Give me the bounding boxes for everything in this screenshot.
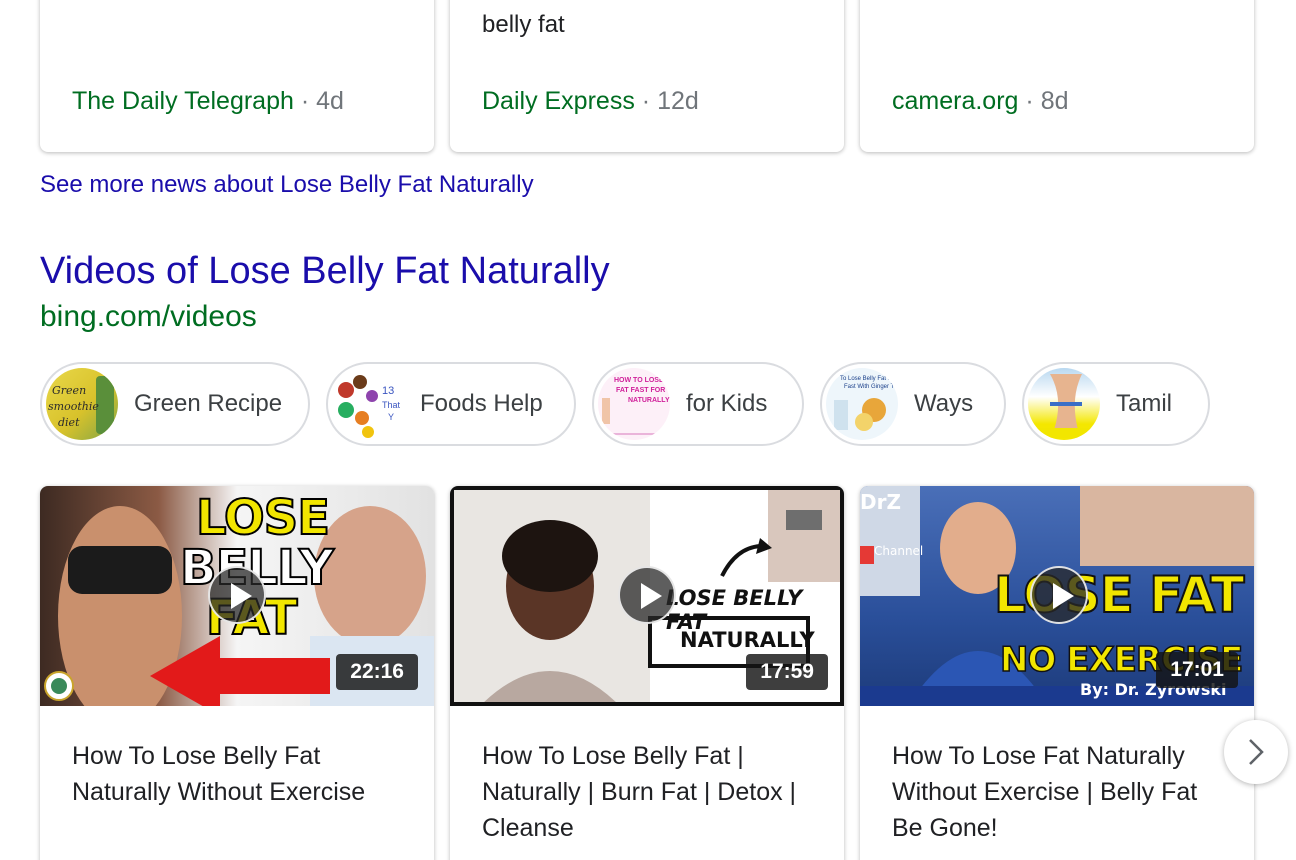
ginger-tea-image: To Lose Belly Fat Natur. Fast With Ginge… xyxy=(834,376,898,431)
svg-text:diet: diet xyxy=(58,416,80,429)
svg-text:smoothie: smoothie xyxy=(48,400,99,413)
chip-thumbnail: 13 That Y xyxy=(332,368,404,440)
thumbnail-text: DrZ xyxy=(860,490,901,514)
chip-ways[interactable]: To Lose Belly Fat Natur. Fast With Ginge… xyxy=(820,362,1006,446)
video-duration: 22:16 xyxy=(336,654,418,690)
chevron-right-icon xyxy=(1249,739,1264,765)
chip-label: Ways xyxy=(914,390,974,417)
green-smoothie-image: Green smoothie diet xyxy=(48,376,114,434)
video-thumbnail[interactable]: DrZ Channel LOSE FAT NO EXERCISE By: Dr.… xyxy=(860,486,1254,706)
meta-separator: · xyxy=(641,87,651,115)
svg-text:Green: Green xyxy=(52,384,86,397)
kids-fat-loss-image: HOW TO LOSE FAT FAST FOR NATURALLY xyxy=(602,377,670,435)
chip-thumbnail xyxy=(1028,368,1100,440)
svg-text:Fast With Ginger Tea: Fast With Ginger Tea xyxy=(844,384,898,390)
svg-text:That: That xyxy=(382,400,401,410)
svg-text:To Lose Belly Fat Natur.: To Lose Belly Fat Natur. xyxy=(840,376,898,382)
chip-thumbnail: Green smoothie diet xyxy=(46,368,118,440)
news-age: 8d xyxy=(1040,87,1069,115)
news-age: 4d xyxy=(316,87,344,115)
svg-text:13: 13 xyxy=(382,385,394,397)
news-card[interactable]: The Daily Telegraph · 4d xyxy=(40,0,434,152)
thumbnail-text: NATURALLY xyxy=(680,628,815,652)
news-card[interactable]: camera.org · 8d xyxy=(860,0,1254,152)
video-thumbnail[interactable]: LOSE BELLY FAT NATURALLY 17:59 xyxy=(450,486,844,706)
news-card[interactable]: belly fat Daily Express · 12d xyxy=(450,0,844,152)
news-card-meta: camera.org · 8d xyxy=(892,84,1069,118)
video-title[interactable]: How To Lose Fat Naturally Without Exerci… xyxy=(892,738,1232,846)
video-title[interactable]: How To Lose Belly Fat Naturally Without … xyxy=(72,738,412,810)
news-source[interactable]: Daily Express xyxy=(482,87,635,115)
video-duration: 17:59 xyxy=(746,654,828,690)
svg-text:HOW TO LOSE: HOW TO LOSE xyxy=(614,377,664,384)
chip-label: for Kids xyxy=(686,390,768,417)
videos-source-url[interactable]: bing.com/videos xyxy=(40,299,257,335)
news-source[interactable]: camera.org xyxy=(892,87,1018,115)
svg-text:NATURALLY: NATURALLY xyxy=(628,397,670,404)
play-icon[interactable] xyxy=(208,566,266,624)
svg-text:Y: Y xyxy=(388,412,394,422)
news-card-title[interactable]: belly fat xyxy=(482,8,812,42)
chip-foods-help[interactable]: 13 That Y Foods Help xyxy=(326,362,576,446)
meta-separator: · xyxy=(300,87,310,115)
foods-collage-image: 13 That Y xyxy=(338,375,401,438)
chip-tamil[interactable]: Tamil xyxy=(1022,362,1210,446)
video-title[interactable]: How To Lose Belly Fat | Naturally | Burn… xyxy=(482,738,822,846)
thumbnail-text: LOSE xyxy=(195,489,331,547)
chip-green-recipe[interactable]: Green smoothie diet Green Recipe xyxy=(40,362,310,446)
waist-measure-image xyxy=(1032,374,1096,438)
video-card[interactable]: LOSE BELLY FAT NATURALLY 17:59 How To Lo… xyxy=(450,486,844,860)
play-icon[interactable] xyxy=(618,566,676,624)
svg-text:FAT FAST FOR: FAT FAST FOR xyxy=(616,387,665,394)
thumbnail-text: Channel xyxy=(874,544,924,558)
chip-for-kids[interactable]: HOW TO LOSE FAT FAST FOR NATURALLY for K… xyxy=(592,362,804,446)
chip-label: Tamil xyxy=(1116,390,1173,417)
carousel-next-button[interactable] xyxy=(1224,720,1288,784)
news-card-meta: Daily Express · 12d xyxy=(482,84,699,118)
video-card[interactable]: DrZ Channel LOSE FAT NO EXERCISE By: Dr.… xyxy=(860,486,1254,860)
chip-thumbnail: HOW TO LOSE FAT FAST FOR NATURALLY xyxy=(598,368,670,440)
see-more-news-link[interactable]: See more news about Lose Belly Fat Natur… xyxy=(40,170,534,200)
play-icon[interactable] xyxy=(1030,566,1088,624)
video-thumbnail[interactable]: LOSE BELLY FAT 22:16 xyxy=(40,486,434,706)
chip-label: Foods Help xyxy=(420,390,543,417)
chip-label: Green Recipe xyxy=(134,390,283,417)
meta-separator: · xyxy=(1025,87,1034,115)
video-duration: 17:01 xyxy=(1156,652,1238,688)
videos-section-heading[interactable]: Videos of Lose Belly Fat Naturally xyxy=(40,248,610,294)
news-age: 12d xyxy=(657,87,699,115)
chip-thumbnail: To Lose Belly Fat Natur. Fast With Ginge… xyxy=(826,368,898,440)
video-card[interactable]: LOSE BELLY FAT 22:16 How To Lose Belly F… xyxy=(40,486,434,860)
thumbnail-text: LOSE BELLY FAT xyxy=(666,586,803,634)
news-card-meta: The Daily Telegraph · 4d xyxy=(72,84,344,118)
news-carousel: The Daily Telegraph · 4d belly fat Daily… xyxy=(40,0,1256,152)
news-source[interactable]: The Daily Telegraph xyxy=(72,87,294,115)
